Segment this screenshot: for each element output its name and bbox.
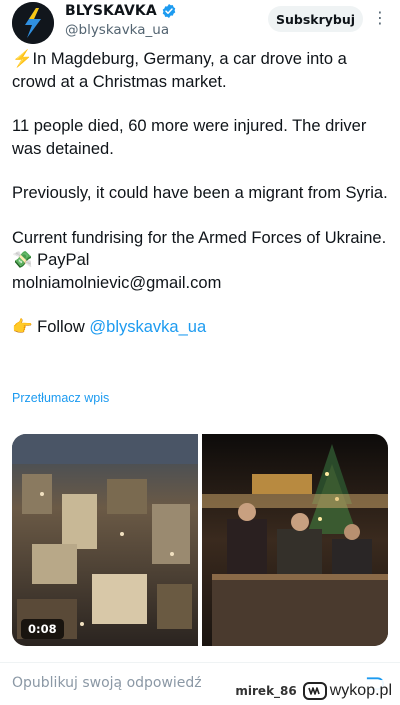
name-row: BLYSKAVKA	[65, 3, 177, 19]
watermark-site: wykop.pl	[329, 682, 392, 699]
post-paragraph: 11 people died, 60 more were injured. Th…	[12, 117, 367, 158]
account-handle[interactable]: @blyskavka_ua	[65, 22, 169, 38]
watermark-user: mirek_86	[235, 684, 297, 698]
media-gallery: 0:08	[12, 434, 388, 646]
post-paragraph: ⚡In Magdeburg, Germany, a car drove into…	[12, 50, 347, 91]
post-body: ⚡In Magdeburg, Germany, a car drove into…	[12, 48, 388, 339]
paypal-line: 💸 PayPal	[12, 251, 90, 269]
post-header: BLYSKAVKA @blyskavka_ua Subskrybuj ⋮	[12, 2, 388, 44]
subscribe-button[interactable]: Subskrybuj	[268, 6, 363, 32]
verified-badge-icon	[162, 4, 176, 18]
wykop-watermark: mirek_86 wykop.pl	[229, 680, 392, 702]
follow-prefix: 👉 Follow	[12, 318, 90, 336]
display-name[interactable]: BLYSKAVKA	[65, 3, 157, 19]
media-images	[12, 434, 388, 646]
more-options-icon[interactable]: ⋮	[372, 8, 388, 28]
wykop-logo-icon	[302, 682, 327, 700]
divider	[0, 662, 400, 663]
photo-thumbnail[interactable]	[202, 434, 388, 646]
post-paragraph: Previously, it could have been a migrant…	[12, 184, 388, 202]
follow-line: 👉 Follow @blyskavka_ua	[12, 316, 388, 339]
lightning-avatar-icon	[12, 2, 54, 44]
email-line: molniamolnievic@gmail.com	[12, 273, 222, 292]
video-duration: 0:08	[21, 619, 64, 639]
translate-post-link[interactable]: Przetłumacz wpis	[12, 391, 109, 405]
video-thumbnail[interactable]	[12, 434, 198, 646]
avatar[interactable]	[12, 2, 54, 44]
mention-link[interactable]: @blyskavka_ua	[89, 318, 206, 336]
post-paragraph: Current fundrising for the Armed Forces …	[12, 228, 387, 247]
